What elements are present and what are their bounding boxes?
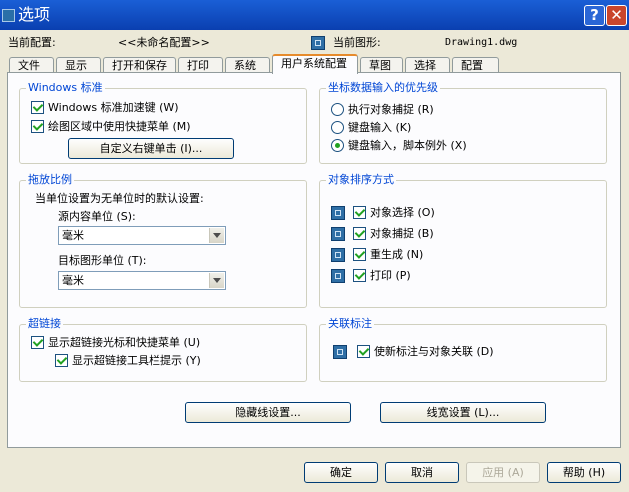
accel-keys-checkbox[interactable] bbox=[31, 101, 44, 114]
hyperlink-tooltip-checkbox[interactable] bbox=[55, 354, 68, 367]
right-click-customization-button[interactable]: 自定义右键单击 (I)... bbox=[68, 138, 234, 159]
priority-title: 坐标数据输入的优先级 bbox=[326, 81, 440, 95]
associative-dimensioning-title: 关联标注 bbox=[326, 317, 374, 331]
title-bar bbox=[0, 0, 629, 30]
target-units-label: 目标图形单位 (T): bbox=[58, 254, 147, 267]
help-title-button[interactable]: ? bbox=[584, 5, 605, 26]
windows-standard-title: Windows 标准 bbox=[26, 81, 105, 95]
profile-label: 当前配置: bbox=[8, 36, 56, 49]
priority-keyboard-label[interactable]: 键盘输入 (K) bbox=[348, 121, 411, 135]
sort-plot-checkbox[interactable] bbox=[353, 269, 366, 282]
tab-user-preferences[interactable]: 用户系统配置 bbox=[272, 54, 358, 74]
priority-keyboard-except-scripts-radio[interactable] bbox=[331, 139, 344, 152]
chevron-down-icon[interactable] bbox=[209, 273, 224, 288]
associative-dimension-icon bbox=[333, 345, 347, 359]
cancel-button[interactable]: 取消 bbox=[385, 462, 459, 483]
priority-osnap-label[interactable]: 执行对象捕捉 (R) bbox=[348, 103, 434, 117]
priority-keyboard-radio[interactable] bbox=[331, 121, 344, 134]
chevron-down-icon[interactable] bbox=[209, 228, 224, 243]
source-units-value: 毫米 bbox=[62, 229, 84, 242]
hyperlink-cursor-checkbox[interactable] bbox=[31, 336, 44, 349]
object-sorting-group bbox=[319, 180, 607, 308]
associative-dimension-checkbox[interactable] bbox=[357, 345, 370, 358]
sort-object-snap-label[interactable]: 对象捕捉 (B) bbox=[370, 227, 434, 241]
hidden-line-settings-button[interactable]: 隐藏线设置... bbox=[185, 402, 351, 423]
sort-regen-label[interactable]: 重生成 (N) bbox=[370, 248, 423, 262]
source-units-label: 源内容单位 (S): bbox=[58, 210, 136, 223]
object-sorting-title: 对象排序方式 bbox=[326, 173, 396, 187]
sort-object-selection-label[interactable]: 对象选择 (O) bbox=[370, 206, 435, 220]
ok-button[interactable]: 确定 bbox=[304, 462, 378, 483]
apply-button[interactable]: 应用 (A) bbox=[466, 462, 540, 483]
priority-osnap-radio[interactable] bbox=[331, 103, 344, 116]
insert-scale-title: 拖放比例 bbox=[26, 173, 74, 187]
target-units-value: 毫米 bbox=[62, 274, 84, 287]
sort-object-selection-icon bbox=[331, 206, 345, 220]
sort-plot-icon bbox=[331, 269, 345, 283]
app-icon bbox=[2, 9, 15, 22]
sort-object-selection-checkbox[interactable] bbox=[353, 206, 366, 219]
insert-scale-description: 当单位设置为无单位时的默认设置: bbox=[35, 192, 204, 205]
sort-object-snap-checkbox[interactable] bbox=[353, 227, 366, 240]
drawing-value: Drawing1.dwg bbox=[445, 37, 518, 48]
drawing-label: 当前图形: bbox=[333, 36, 381, 49]
hyperlink-title: 超链接 bbox=[26, 317, 63, 331]
shortcut-menus-label[interactable]: 绘图区域中使用快捷菜单 (M) bbox=[48, 120, 191, 134]
sort-regen-icon bbox=[331, 248, 345, 262]
sort-regen-checkbox[interactable] bbox=[353, 248, 366, 261]
sort-plot-label[interactable]: 打印 (P) bbox=[370, 269, 411, 283]
hyperlink-group bbox=[19, 324, 307, 382]
close-button[interactable]: ✕ bbox=[606, 5, 627, 26]
drawing-icon bbox=[311, 36, 325, 50]
profile-value: <<未命名配置>> bbox=[118, 36, 210, 49]
associative-dimension-label[interactable]: 使新标注与对象关联 (D) bbox=[374, 345, 494, 359]
lineweight-settings-button[interactable]: 线宽设置 (L)... bbox=[380, 402, 546, 423]
shortcut-menus-checkbox[interactable] bbox=[31, 120, 44, 133]
hyperlink-tooltip-label[interactable]: 显示超链接工具栏提示 (Y) bbox=[72, 354, 201, 368]
accel-keys-label[interactable]: Windows 标准加速键 (W) bbox=[48, 101, 179, 115]
window-title: 选项 bbox=[18, 5, 51, 24]
sort-object-snap-icon bbox=[331, 227, 345, 241]
priority-keyboard-except-scripts-label[interactable]: 键盘输入，脚本例外 (X) bbox=[348, 139, 467, 153]
help-button[interactable]: 帮助 (H) bbox=[547, 462, 621, 483]
hyperlink-cursor-label[interactable]: 显示超链接光标和快捷菜单 (U) bbox=[48, 336, 200, 350]
source-units-select[interactable]: 毫米 bbox=[58, 226, 226, 245]
target-units-select[interactable]: 毫米 bbox=[58, 271, 226, 290]
